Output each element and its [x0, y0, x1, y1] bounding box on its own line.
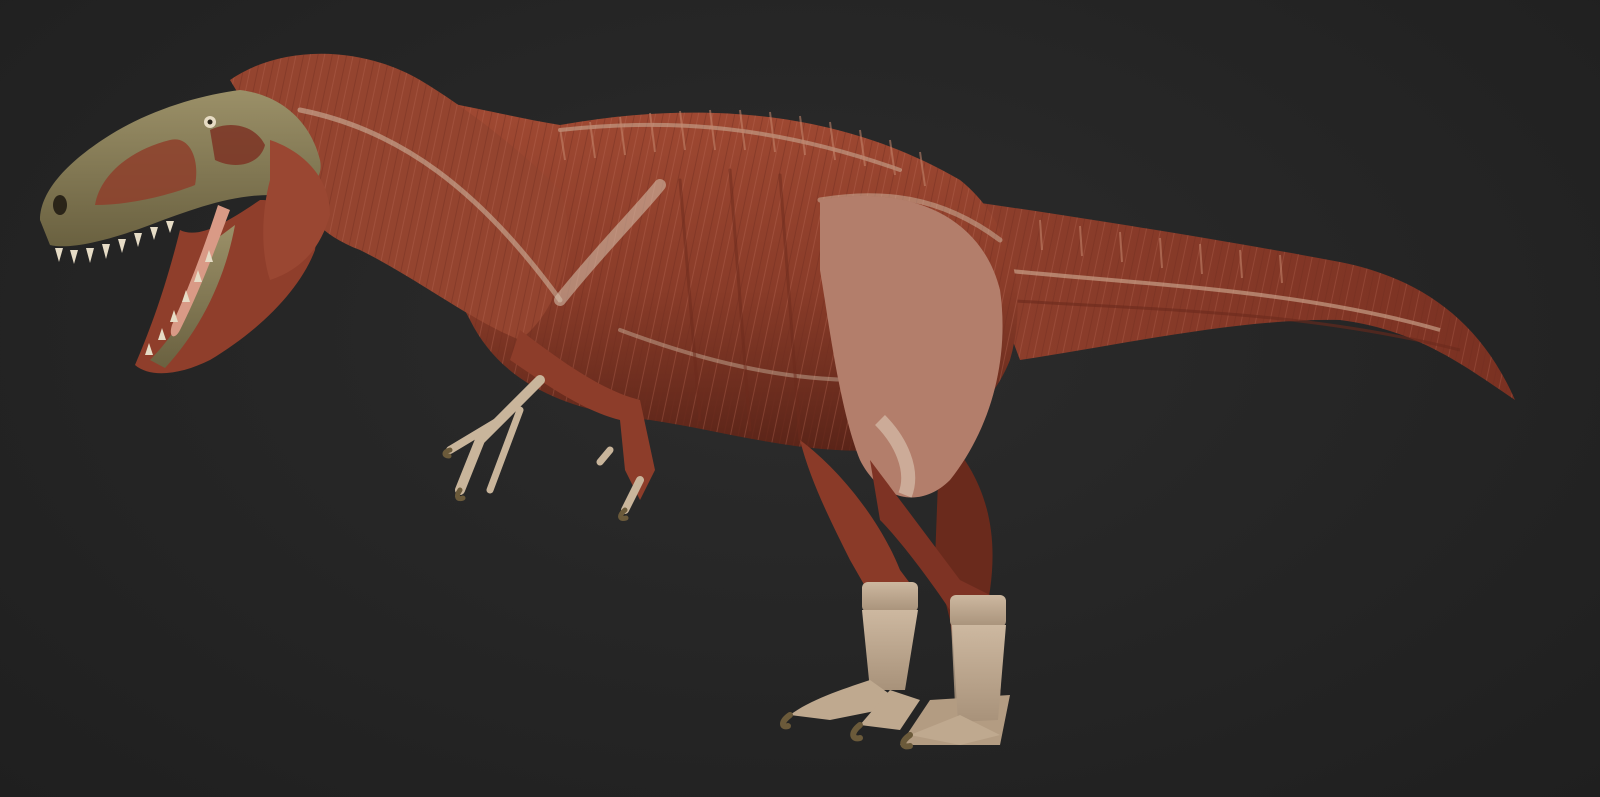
- dinosaur-render: [40, 53, 1515, 750]
- near-hind-foot: [780, 582, 1006, 750]
- render-viewport: [0, 0, 1600, 797]
- head: [40, 90, 330, 374]
